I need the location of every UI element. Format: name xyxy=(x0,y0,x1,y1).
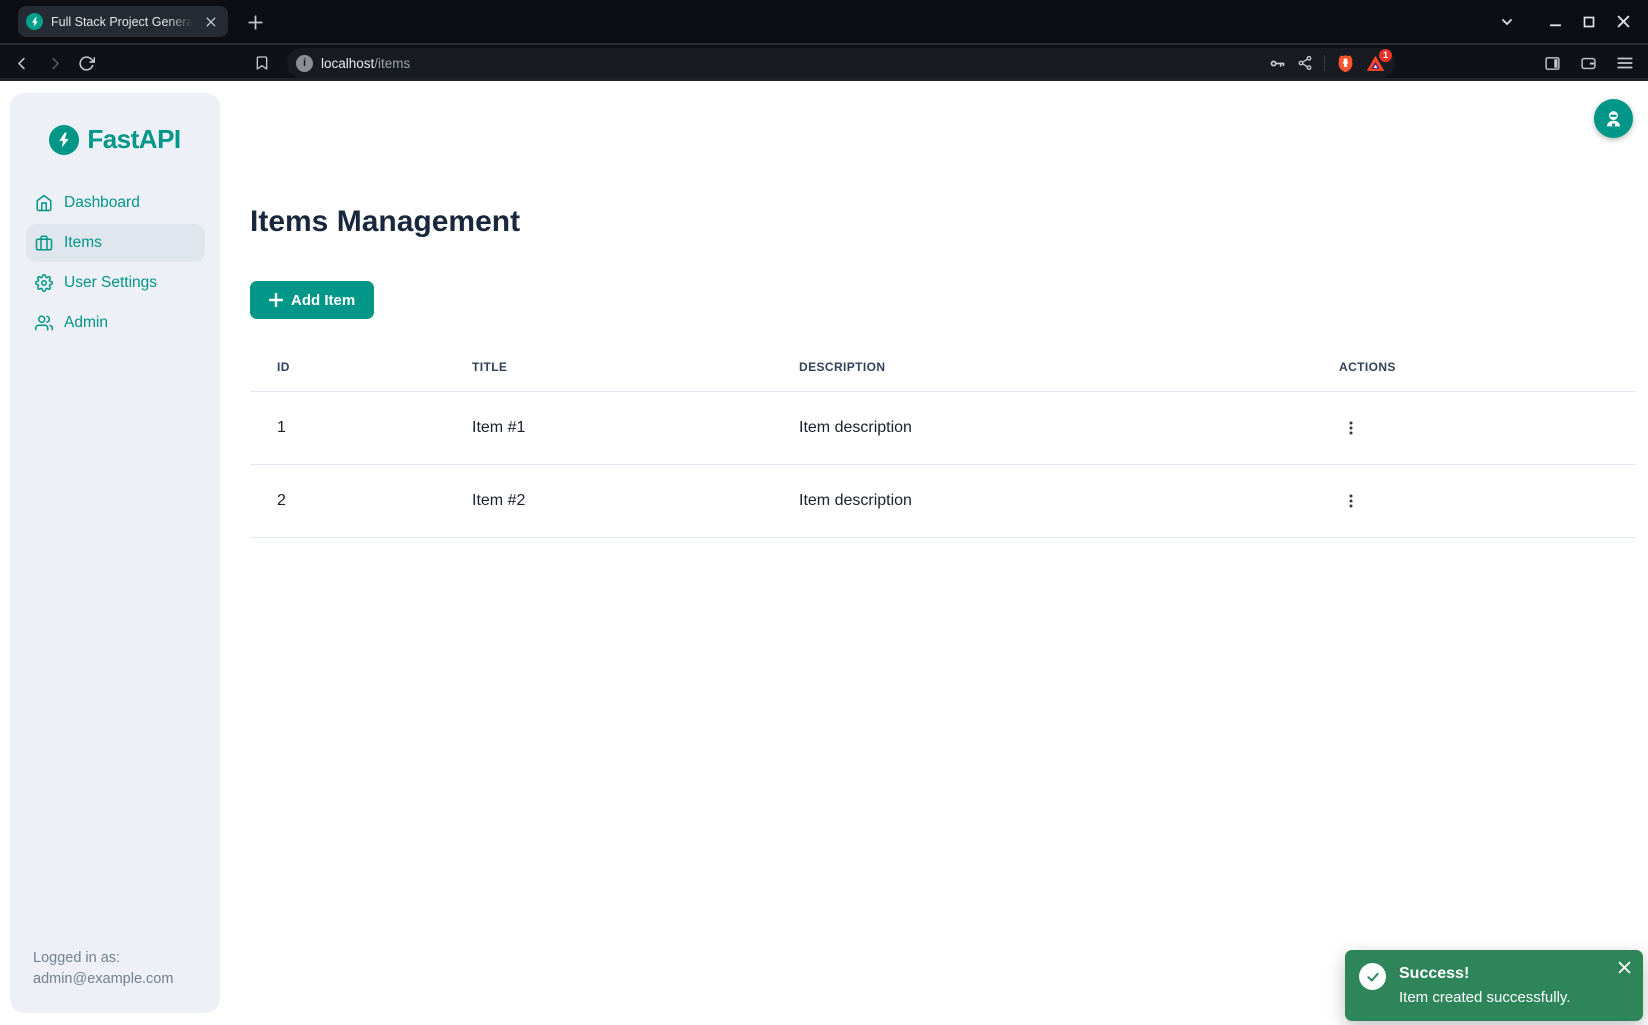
row-actions-kebab-icon[interactable] xyxy=(1339,416,1363,440)
new-tab-button[interactable] xyxy=(243,10,267,34)
site-info-icon[interactable]: i xyxy=(296,55,313,72)
sidebar-item-label: Dashboard xyxy=(64,194,140,212)
add-item-label: Add Item xyxy=(291,292,355,309)
column-header-actions: ACTIONS xyxy=(1321,358,1636,392)
sidebar-item-admin[interactable]: Admin xyxy=(26,304,205,342)
logged-in-label: Logged in as: xyxy=(33,948,173,969)
fastapi-logo-icon xyxy=(49,125,79,155)
window-maximize-button[interactable] xyxy=(1572,7,1606,37)
back-icon[interactable] xyxy=(8,49,36,77)
tab-title: Full Stack Project Genera xyxy=(51,15,193,29)
toast-title: Success! xyxy=(1399,965,1469,983)
toast-close-icon[interactable] xyxy=(1616,959,1633,976)
bookmark-icon[interactable] xyxy=(248,49,276,77)
cell-id: 1 xyxy=(250,392,472,465)
toast-message: Item created successfully. xyxy=(1399,989,1570,1006)
window-controls xyxy=(1490,0,1640,43)
sidebar-toggle-icon[interactable] xyxy=(1544,55,1561,72)
url-path: /items xyxy=(374,56,410,71)
user-astronaut-icon xyxy=(1603,108,1624,129)
menu-hamburger-icon[interactable] xyxy=(1616,54,1634,72)
window-minimize-button[interactable] xyxy=(1538,7,1572,37)
gear-icon xyxy=(35,274,53,292)
sidebar: FastAPI Dashboard Items User Settings Ad… xyxy=(10,93,220,1013)
cell-id: 2 xyxy=(250,465,472,538)
search-tabs-chevron-icon[interactable] xyxy=(1490,7,1524,37)
logged-in-email: admin@example.com xyxy=(33,969,173,990)
browser-tab[interactable]: Full Stack Project Genera xyxy=(18,6,228,37)
wallet-icon[interactable] xyxy=(1580,55,1597,72)
home-icon xyxy=(35,194,53,212)
browser-tab-bar: Full Stack Project Genera xyxy=(0,0,1648,43)
page-title: Items Management xyxy=(250,205,520,239)
url-text: localhost/items xyxy=(321,56,410,71)
briefcase-icon xyxy=(35,234,53,252)
add-item-button[interactable]: Add Item xyxy=(250,281,374,319)
column-header-id: ID xyxy=(250,358,472,392)
cell-description: Item description xyxy=(799,392,1321,465)
address-bar[interactable]: i localhost/items 1 xyxy=(287,48,1395,78)
user-menu-button[interactable] xyxy=(1594,99,1633,138)
logged-in-info: Logged in as: admin@example.com xyxy=(33,948,173,990)
column-header-title: TITLE xyxy=(472,358,799,392)
items-table: ID TITLE DESCRIPTION ACTIONS 1 Item #1 I… xyxy=(250,358,1636,538)
table-row: 2 Item #2 Item description xyxy=(250,465,1636,538)
page-content: FastAPI Dashboard Items User Settings Ad… xyxy=(0,81,1648,1025)
url-host: localhost xyxy=(321,56,374,71)
sidebar-item-label: Items xyxy=(64,234,102,252)
forward-icon[interactable] xyxy=(40,49,68,77)
column-header-description: DESCRIPTION xyxy=(799,358,1321,392)
sidebar-item-label: Admin xyxy=(64,314,108,332)
success-toast: Success! Item created successfully. xyxy=(1345,950,1643,1021)
row-actions-kebab-icon[interactable] xyxy=(1339,489,1363,513)
users-icon xyxy=(35,314,53,332)
fastapi-favicon-icon xyxy=(26,13,43,30)
plus-icon xyxy=(269,293,283,307)
cell-title: Item #2 xyxy=(472,465,799,538)
tab-close-icon[interactable] xyxy=(202,13,220,31)
fastapi-logo: FastAPI xyxy=(10,124,220,155)
cell-title: Item #1 xyxy=(472,392,799,465)
share-icon[interactable] xyxy=(1297,55,1313,71)
table-header-row: ID TITLE DESCRIPTION ACTIONS xyxy=(250,358,1636,392)
divider xyxy=(1324,55,1325,71)
brave-shield-icon[interactable] xyxy=(1336,54,1355,73)
check-circle-icon xyxy=(1359,963,1386,990)
sidebar-item-label: User Settings xyxy=(64,274,157,292)
table-row: 1 Item #1 Item description xyxy=(250,392,1636,465)
cell-description: Item description xyxy=(799,465,1321,538)
sidebar-nav: Dashboard Items User Settings Admin xyxy=(26,184,205,344)
window-close-button[interactable] xyxy=(1606,7,1640,37)
browser-toolbar: i localhost/items 1 xyxy=(0,43,1648,81)
logo-text: FastAPI xyxy=(87,124,180,155)
reload-icon[interactable] xyxy=(72,49,100,77)
rewards-badge: 1 xyxy=(1379,49,1392,62)
sidebar-item-dashboard[interactable]: Dashboard xyxy=(26,184,205,222)
sidebar-item-items[interactable]: Items xyxy=(26,224,205,262)
password-key-icon[interactable] xyxy=(1269,55,1286,72)
sidebar-item-user-settings[interactable]: User Settings xyxy=(26,264,205,302)
